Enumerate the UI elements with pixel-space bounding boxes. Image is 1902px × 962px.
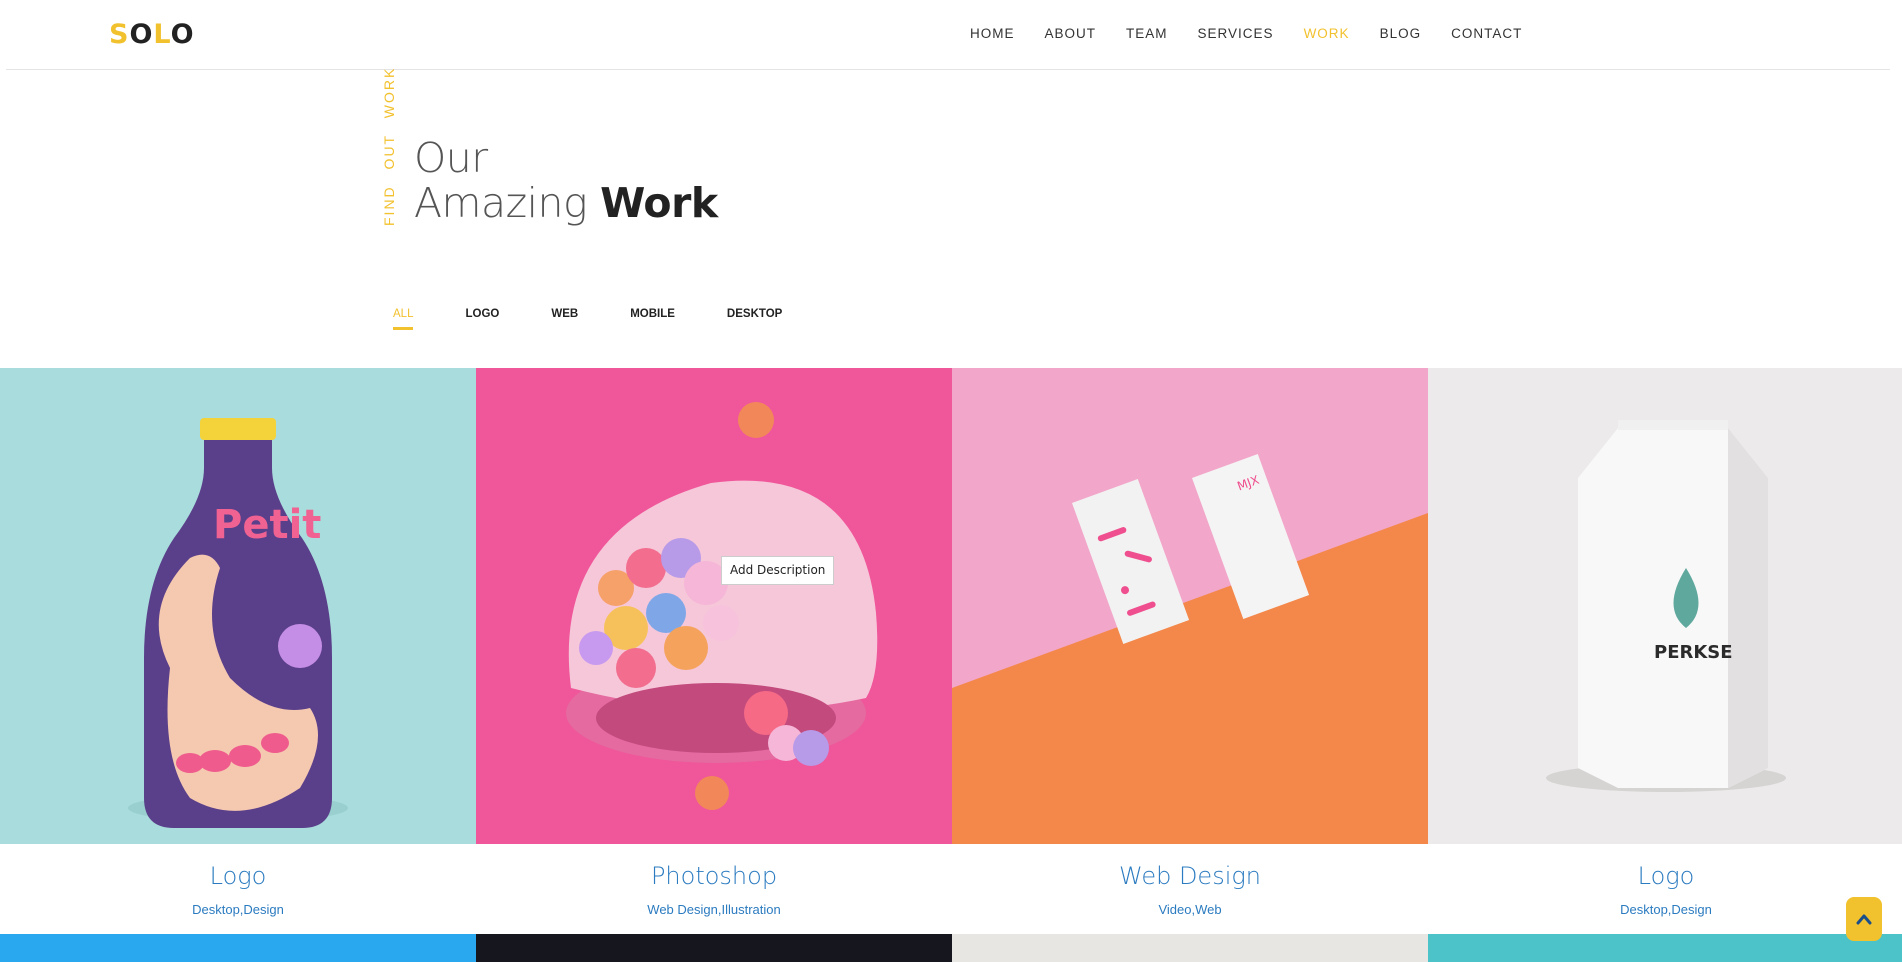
nav-services[interactable]: SERVICES xyxy=(1198,25,1274,43)
business-cards-image[interactable]: MJX xyxy=(952,368,1428,844)
next-row-tile[interactable] xyxy=(476,934,952,962)
site-header: SOLO HOME ABOUT TEAM SERVICES WORK BLOG … xyxy=(6,0,1890,70)
portfolio-categories[interactable]: Desktop,Design xyxy=(1428,902,1902,918)
milk-carton-illustration: PERKSE xyxy=(1428,368,1902,844)
portfolio-title[interactable]: Photoshop xyxy=(476,862,952,890)
helmet-illustration xyxy=(476,368,952,844)
title-line-2-bold: Work xyxy=(600,179,718,227)
logo-letter: O xyxy=(129,19,154,50)
next-row-tile[interactable] xyxy=(952,934,1428,962)
nav-home[interactable]: HOME xyxy=(970,25,1015,43)
portfolio-categories[interactable]: Desktop,Design xyxy=(0,902,476,918)
portfolio-filters: ALL LOGO WEB MOBILE DESKTOP xyxy=(393,307,834,330)
next-row-tile[interactable] xyxy=(0,934,476,962)
portfolio-caption: Logo Desktop,Design xyxy=(0,844,476,918)
portfolio-caption: Photoshop Web Design,Illustration xyxy=(476,844,952,918)
nav-work[interactable]: WORK xyxy=(1304,25,1350,43)
add-description-tooltip: Add Description xyxy=(721,556,835,585)
business-cards-illustration: MJX xyxy=(952,368,1428,844)
filter-desktop[interactable]: DESKTOP xyxy=(727,307,782,330)
filter-logo[interactable]: LOGO xyxy=(465,307,499,330)
nav-contact[interactable]: CONTACT xyxy=(1451,25,1522,43)
portfolio-caption: Logo Desktop,Design xyxy=(1428,844,1902,918)
portfolio-title[interactable]: Web Design xyxy=(952,862,1428,890)
main-nav: HOME ABOUT TEAM SERVICES WORK BLOG CONTA… xyxy=(970,25,1552,43)
brand-logo[interactable]: SOLO xyxy=(109,20,195,50)
nav-team[interactable]: TEAM xyxy=(1126,25,1168,43)
portfolio-categories[interactable]: Video,Web xyxy=(952,902,1428,918)
filter-all[interactable]: ALL xyxy=(393,307,414,330)
portfolio-title[interactable]: Logo xyxy=(1428,862,1902,890)
portfolio-categories[interactable]: Web Design,Illustration xyxy=(476,902,952,918)
next-row-tile[interactable] xyxy=(1428,934,1902,962)
logo-letter: S xyxy=(109,19,130,50)
nav-blog[interactable]: BLOG xyxy=(1380,25,1422,43)
bottle-image[interactable]: Petit xyxy=(0,368,476,844)
portfolio-caption: Web Design Video,Web xyxy=(952,844,1428,918)
section-vertical-label: FIND OUT WORK xyxy=(381,66,397,226)
title-line-1: Our xyxy=(414,134,488,182)
chevron-up-icon xyxy=(1856,914,1872,925)
bottle-illustration: Petit xyxy=(0,368,476,844)
portfolio-title[interactable]: Logo xyxy=(0,862,476,890)
logo-letter: O xyxy=(170,19,195,50)
section-title: Our Amazing Work xyxy=(414,136,718,226)
svg-text:PERKSE: PERKSE xyxy=(1654,642,1733,663)
svg-text:Petit: Petit xyxy=(213,502,321,548)
milk-carton-image[interactable]: PERKSE xyxy=(1428,368,1902,844)
filter-web[interactable]: WEB xyxy=(551,307,578,330)
filter-mobile[interactable]: MOBILE xyxy=(630,307,675,330)
logo-letter: L xyxy=(153,19,171,50)
scroll-top-button[interactable] xyxy=(1846,897,1882,941)
title-line-2-light: Amazing xyxy=(414,179,588,227)
nav-about[interactable]: ABOUT xyxy=(1045,25,1097,43)
helmet-image[interactable] xyxy=(476,368,952,844)
